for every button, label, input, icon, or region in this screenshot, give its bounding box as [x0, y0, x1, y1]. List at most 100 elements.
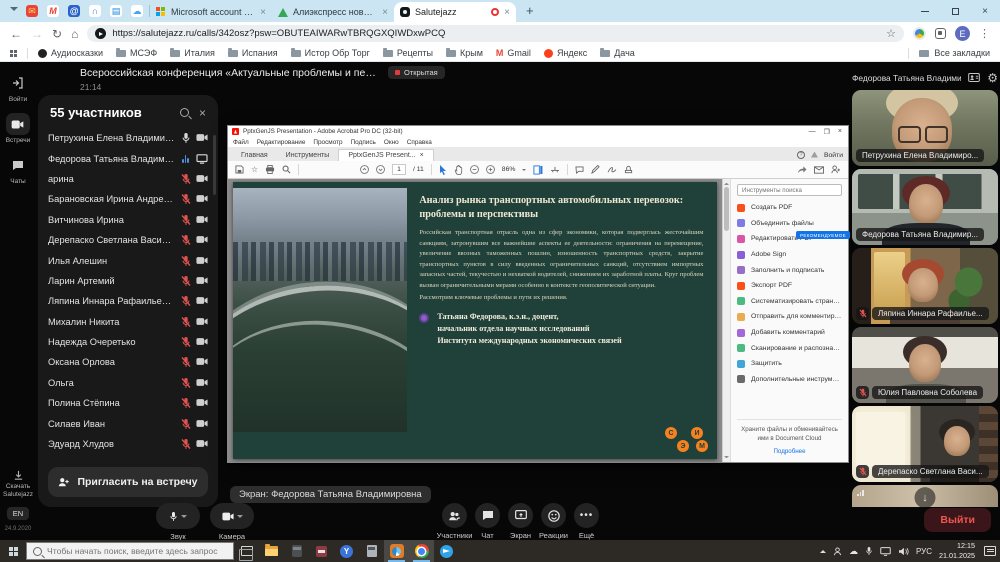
tab-tools[interactable]: Инструменты: [277, 150, 339, 161]
volume-tray-icon[interactable]: [898, 547, 909, 556]
video-tile[interactable]: Петрухина Елена Владимиро...: [852, 90, 998, 166]
language-toggle[interactable]: EN: [7, 507, 29, 520]
notifications-bell-icon[interactable]: [811, 152, 818, 159]
pdf-scrollbar[interactable]: [722, 179, 730, 462]
save-icon[interactable]: [235, 165, 244, 174]
video-tile[interactable]: Дерепаско Светлана Васи...: [852, 406, 998, 482]
pinned-tab-icon[interactable]: @: [68, 5, 80, 17]
share-icon[interactable]: [797, 165, 807, 174]
menu-item[interactable]: Подпись: [351, 139, 376, 146]
tab-home[interactable]: Главная: [232, 150, 277, 161]
people-tray-icon[interactable]: [833, 547, 842, 556]
tools-search-input[interactable]: [737, 184, 842, 196]
menu-item[interactable]: Редактирование: [257, 139, 306, 146]
rail-item-meetings[interactable]: Встречи: [6, 113, 31, 144]
bookmark-item[interactable]: Яндекс: [544, 48, 587, 58]
acrobat-signin-link[interactable]: Войти: [824, 152, 843, 159]
participant-row[interactable]: Барановская Ирина Андрее...: [48, 189, 208, 209]
zoom-dropdown-icon[interactable]: [522, 169, 526, 173]
language-indicator[interactable]: РУС: [916, 547, 932, 556]
calculator-icon[interactable]: [359, 540, 384, 562]
page-view-icon[interactable]: [533, 165, 543, 175]
clock[interactable]: 12:15 21.01.2025: [939, 541, 975, 560]
menu-item[interactable]: Просмотр: [313, 139, 342, 146]
leave-call-button[interactable]: Выйти: [924, 508, 991, 532]
ruler-icon[interactable]: [550, 166, 560, 174]
browser-app-icon[interactable]: [384, 540, 409, 562]
participant-row[interactable]: Оксана Орлова: [48, 352, 208, 372]
settings-gear-icon[interactable]: ⚙: [987, 71, 998, 85]
browser-menu-icon[interactable]: ⋮: [979, 27, 990, 40]
participant-row[interactable]: Ляпина Иннара Рафаильевна: [48, 291, 208, 311]
camera-options-chevron-icon[interactable]: [237, 515, 243, 521]
cloud-learn-more-link[interactable]: Подробнее: [737, 447, 842, 456]
tool-item[interactable]: Adobe Sign: [737, 247, 842, 263]
panel-scrollbar[interactable]: [213, 135, 216, 195]
participants-button[interactable]: [442, 503, 467, 528]
comment-icon[interactable]: [575, 166, 584, 174]
menu-item[interactable]: Справка: [407, 139, 432, 146]
participant-row[interactable]: Витчинова Ирина: [48, 210, 208, 230]
back-icon[interactable]: ←: [10, 28, 22, 40]
display-tray-icon[interactable]: [880, 547, 891, 556]
menu-item[interactable]: Файл: [233, 139, 249, 146]
profile-avatar[interactable]: Е: [955, 26, 970, 41]
tool-item[interactable]: Объединить файлы: [737, 216, 842, 232]
search-icon[interactable]: [180, 108, 189, 117]
all-bookmarks-button[interactable]: Все закладки: [919, 48, 990, 58]
mic-options-chevron-icon[interactable]: [181, 515, 187, 521]
tab-search-chevron-icon[interactable]: [10, 7, 18, 15]
find-icon[interactable]: [282, 165, 291, 174]
select-tool-icon[interactable]: [439, 165, 447, 175]
participant-row[interactable]: Дерепаско Светлана Василь...: [48, 230, 208, 250]
tool-item[interactable]: Заполнить и подписать: [737, 262, 842, 278]
star-icon[interactable]: ☆: [251, 165, 258, 174]
bookmark-item[interactable]: Италия: [170, 48, 215, 58]
mute-button[interactable]: [156, 503, 200, 529]
forward-icon[interactable]: →: [31, 28, 43, 40]
bookmark-item[interactable]: Истор Обр Торг: [291, 48, 370, 58]
next-page-icon[interactable]: [376, 165, 385, 174]
tool-item[interactable]: Отправить для комментирования: [737, 309, 842, 325]
pinned-tab-icon[interactable]: ✉: [26, 5, 38, 17]
bookmark-item[interactable]: Рецепты: [383, 48, 433, 58]
maximize-button[interactable]: [940, 0, 970, 22]
close-button[interactable]: ×: [970, 0, 1000, 22]
tool-item[interactable]: Защитить: [737, 356, 842, 372]
add-user-icon[interactable]: [831, 165, 841, 174]
onedrive-cloud-icon[interactable]: ☁: [849, 547, 858, 556]
browser-tab[interactable]: Алиэкспресс новый.pdf - Goog ×: [272, 2, 394, 22]
document-tab-close-icon[interactable]: ×: [420, 152, 424, 159]
tab-close-icon[interactable]: ×: [382, 7, 388, 18]
camera-button[interactable]: [210, 503, 254, 529]
extensions-menu-icon[interactable]: [935, 28, 946, 39]
mic-tray-icon[interactable]: [865, 546, 873, 556]
bookmark-item[interactable]: Дача: [600, 48, 635, 58]
previous-page-icon[interactable]: [360, 165, 369, 174]
bookmark-item[interactable]: Аудиосказки: [38, 48, 103, 58]
tray-expand-icon[interactable]: [820, 547, 826, 553]
bookmark-item[interactable]: МСЭФ: [116, 48, 157, 58]
zoom-level-select[interactable]: 86%: [502, 166, 516, 173]
page-number-input[interactable]: 1: [392, 164, 406, 175]
telegram-icon[interactable]: [434, 540, 459, 562]
pinned-tab-icon[interactable]: M: [47, 5, 59, 17]
print-icon[interactable]: [265, 165, 275, 174]
bookmark-star-icon[interactable]: ☆: [886, 27, 896, 40]
stamp-icon[interactable]: [624, 165, 633, 174]
tool-item[interactable]: Экспорт PDF: [737, 278, 842, 294]
tab-close-icon[interactable]: ×: [260, 7, 266, 18]
pinned-tab-icon[interactable]: ☁: [131, 5, 143, 17]
rail-item-login[interactable]: Войти: [6, 72, 30, 103]
taskbar-search[interactable]: [26, 542, 234, 560]
participant-row[interactable]: Надежда Очеретько: [48, 332, 208, 352]
tab-close-icon[interactable]: ×: [504, 7, 510, 18]
minimize-button[interactable]: [910, 0, 940, 22]
pencil-icon[interactable]: [591, 165, 600, 174]
tool-item[interactable]: Дополнительные инструменты: [737, 372, 842, 388]
invite-button[interactable]: Пригласить на встречу: [48, 467, 208, 497]
omnibox[interactable]: ☆: [87, 25, 904, 42]
participant-row[interactable]: Илья Алешин: [48, 250, 208, 270]
archive-app-icon[interactable]: [284, 540, 309, 562]
chat-button[interactable]: [475, 503, 500, 528]
